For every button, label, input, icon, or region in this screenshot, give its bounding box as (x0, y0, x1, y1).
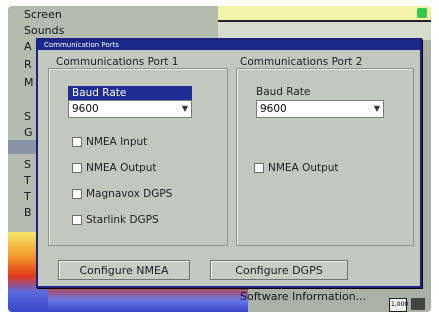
background-menu-item[interactable]: G (24, 126, 33, 139)
communication-ports-dialog: Communication Ports Communications Port … (36, 38, 422, 288)
port1-title: Communications Port 1 (56, 56, 179, 68)
chevron-down-icon: ▼ (373, 104, 380, 113)
port1-starlink-dgps-checkbox[interactable]: Starlink DGPS (72, 214, 159, 226)
background-chart-line (218, 20, 431, 22)
background-menu-item[interactable]: S (24, 158, 31, 171)
status-chip: 1,000 (389, 298, 408, 312)
port1-baud-label: Baud Rate (68, 86, 192, 100)
background-menu-item[interactable]: Screen (24, 8, 62, 21)
port2-title: Communications Port 2 (240, 56, 363, 68)
checkbox-box[interactable] (254, 163, 264, 173)
software-information-item[interactable]: Software Information... (240, 290, 366, 303)
background-menu-item[interactable]: S (24, 110, 31, 123)
port2-baud-value: 9600 (260, 103, 287, 115)
background-menu-item[interactable]: T (24, 190, 31, 203)
configure-nmea-button[interactable]: Configure NMEA (58, 260, 190, 280)
background-menu-item[interactable]: Sounds (24, 24, 64, 37)
port1-baud-value: 9600 (72, 103, 99, 115)
device-screen: Screen Sounds A R M S G S T T B Software… (8, 6, 431, 312)
port1-nmea-output-checkbox[interactable]: NMEA Output (72, 162, 157, 174)
checkbox-box[interactable] (72, 137, 82, 147)
background-menu-item[interactable]: R (24, 58, 32, 71)
checkbox-label: Starlink DGPS (86, 214, 159, 226)
checkbox-label: NMEA Output (268, 162, 339, 174)
checkbox-label: NMEA Input (86, 136, 148, 148)
status-indicator-icon (417, 8, 427, 18)
port1-magnavox-dgps-checkbox[interactable]: Magnavox DGPS (72, 188, 172, 200)
checkbox-box[interactable] (72, 215, 82, 225)
dialog-titlebar: Communication Ports (38, 40, 420, 50)
background-menu-item[interactable]: B (24, 206, 32, 219)
configure-dgps-button[interactable]: Configure DGPS (210, 260, 348, 280)
port2-baud-select[interactable]: 9600 ▼ (256, 100, 384, 118)
background-menu-item[interactable]: A (24, 40, 32, 53)
dialog-title: Communication Ports (44, 41, 119, 49)
status-chip-dark (411, 298, 425, 310)
background-chart (218, 6, 431, 40)
checkbox-label: Magnavox DGPS (86, 188, 173, 200)
port1-baud-select[interactable]: 9600 ▼ (68, 100, 192, 118)
background-menu-item[interactable]: M (24, 76, 34, 89)
background-menu-item[interactable]: T (24, 174, 31, 187)
checkbox-label: NMEA Output (86, 162, 157, 174)
checkbox-box[interactable] (72, 163, 82, 173)
port2-nmea-output-checkbox[interactable]: NMEA Output (254, 162, 339, 174)
port2-baud-label: Baud Rate (256, 86, 311, 98)
checkbox-box[interactable] (72, 189, 82, 199)
port1-nmea-input-checkbox[interactable]: NMEA Input (72, 136, 147, 148)
chevron-down-icon: ▼ (181, 104, 188, 113)
